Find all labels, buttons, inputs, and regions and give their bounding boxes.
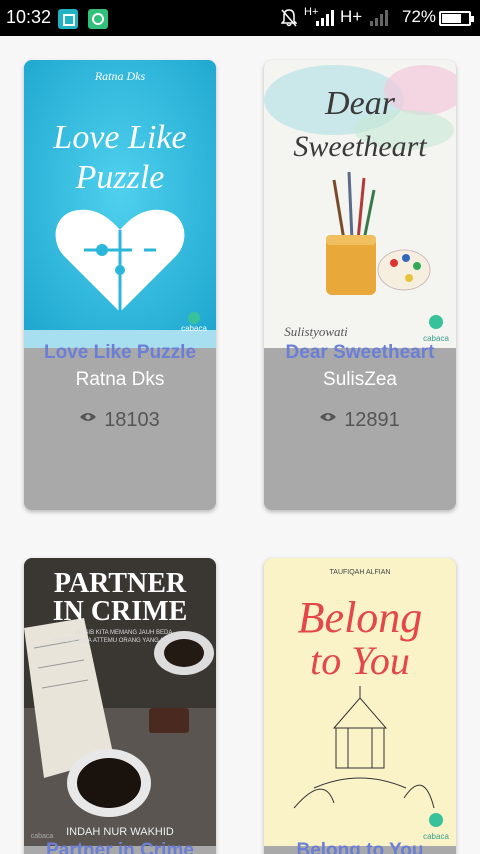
cover-title-line1: Love Like xyxy=(52,119,186,156)
network-type-label: H+ xyxy=(340,7,363,26)
cover-author: Ratna Dks xyxy=(94,69,146,83)
cover-title-line1: Dear xyxy=(324,85,396,122)
book-title[interactable]: Love Like Puzzle xyxy=(24,340,216,366)
notifications-muted-icon xyxy=(281,9,297,27)
cover-title-line2: Puzzle xyxy=(75,159,165,196)
cover-author: INDAH NUR WAKHID xyxy=(66,826,174,838)
book-author: Ratna Dks xyxy=(75,369,165,390)
cover-title-line1: Belong xyxy=(298,593,423,642)
battery-icon xyxy=(439,11,474,26)
book-card[interactable]: Dear Sweetheart Sulistyowati cabaca Dear… xyxy=(264,60,456,510)
book-title[interactable]: Partner in Crime xyxy=(24,838,216,854)
book-author: SulisZea xyxy=(323,369,397,390)
book-title[interactable]: Dear Sweetheart xyxy=(264,340,456,366)
cover-title-line2: Sweetheart xyxy=(293,130,427,163)
book-card[interactable]: TAUFIQAH ALFIAN Belong to You cabaca Bel… xyxy=(264,558,456,854)
book-card[interactable]: Ratna Dks Love Like Puzzle cabaca Love L… xyxy=(24,60,216,510)
cover-title-line2: to You xyxy=(310,638,410,683)
cover-title-line1: PARTNER xyxy=(54,568,187,599)
screenshot-icon xyxy=(58,9,78,29)
cover-logo: cabaca xyxy=(181,324,207,333)
book-title[interactable]: Belong to You xyxy=(264,838,456,854)
cover-author: TAUFIQAH ALFIAN xyxy=(330,569,391,576)
status-time: 10:32 xyxy=(6,7,52,27)
cover-title-line2: IN CRIME xyxy=(53,596,188,627)
cover-signature: Sulistyowati xyxy=(284,324,348,339)
book-cover[interactable]: Ratna Dks Love Like Puzzle cabaca xyxy=(24,60,216,348)
cover-tagline1: "NASIB KITA MEMANG JAUH BEDA, xyxy=(74,630,174,636)
view-count-value: 18103 xyxy=(104,409,160,431)
book-card[interactable]: PARTNER IN CRIME "NASIB KITA MEMANG JAUH… xyxy=(24,558,216,854)
book-cover[interactable]: PARTNER IN CRIME "NASIB KITA MEMANG JAUH… xyxy=(24,558,216,846)
view-count: 12891 xyxy=(264,406,456,434)
hotspot-icon xyxy=(88,9,108,29)
view-count-value: 12891 xyxy=(344,409,400,431)
signal-icon xyxy=(316,10,334,26)
book-cover[interactable]: TAUFIQAH ALFIAN Belong to You cabaca xyxy=(264,558,456,846)
book-cover[interactable]: Dear Sweetheart Sulistyowati cabaca xyxy=(264,60,456,348)
status-bar: 10:32 H+ H+ 72% xyxy=(0,0,480,36)
view-count: 18103 xyxy=(24,406,216,434)
signal-secondary-icon xyxy=(370,10,388,26)
eye-icon xyxy=(80,413,97,421)
battery-percent: 72% xyxy=(402,7,437,26)
eye-icon xyxy=(320,413,337,421)
